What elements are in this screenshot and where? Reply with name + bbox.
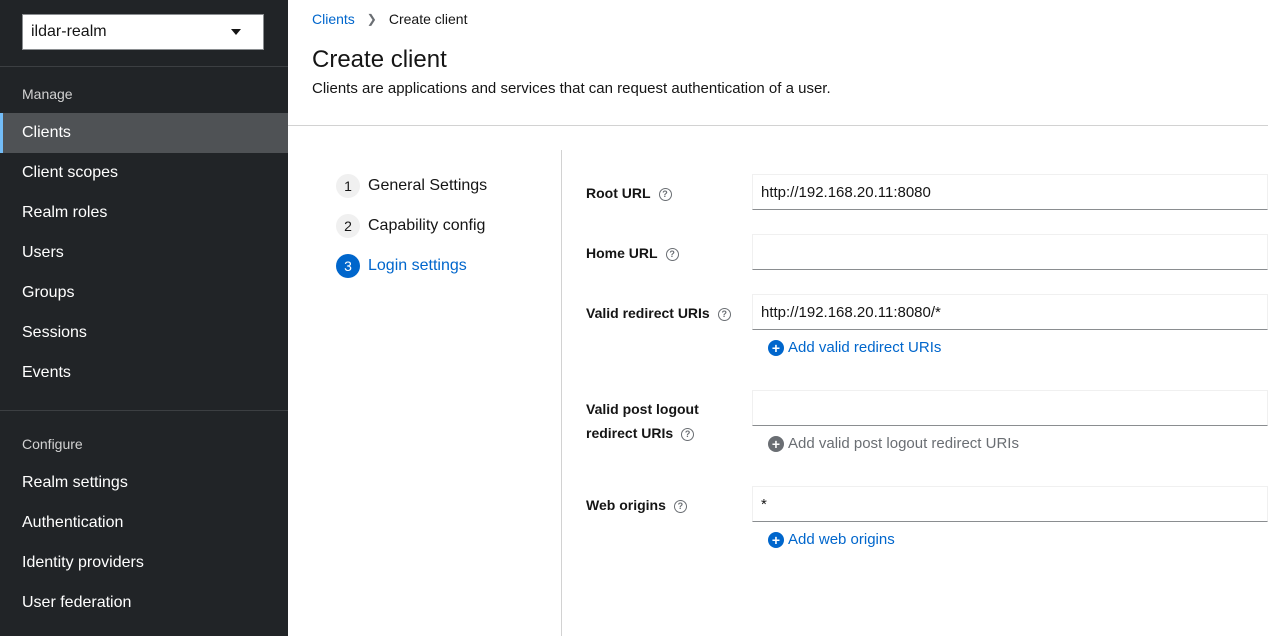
valid-post-logout-label-line1: Valid post logout [586,401,699,417]
step-label: Login settings [368,257,467,274]
realm-selector[interactable]: ildar-realm [22,14,264,50]
web-origins-input[interactable] [752,486,1268,522]
sidebar-item-user-federation[interactable]: User federation [0,583,288,623]
step-number: 1 [336,174,360,198]
wizard-step-general-settings[interactable]: 1 General Settings [336,174,487,198]
add-valid-post-logout-button[interactable]: + Add valid post logout redirect URIs [768,435,1019,452]
realm-selector-value: ildar-realm [31,23,107,40]
home-url-input[interactable] [752,234,1268,270]
sidebar-item-users[interactable]: Users [0,233,288,273]
sidebar-item-identity-providers[interactable]: Identity providers [0,543,288,583]
valid-redirect-uris-label: Valid redirect URIs? [586,301,731,325]
add-valid-redirect-uris-label: Add valid redirect URIs [788,339,942,356]
plus-circle-icon: + [768,339,784,356]
add-valid-post-logout-label: Add valid post logout redirect URIs [788,435,1019,452]
sidebar-item-realm-roles[interactable]: Realm roles [0,193,288,233]
step-number: 3 [336,254,360,278]
caret-down-icon [231,29,241,35]
valid-redirect-uris-label-text: Valid redirect URIs [586,305,710,321]
step-label: Capability config [368,217,486,234]
root-url-label-text: Root URL [586,185,651,201]
question-circle-icon[interactable]: ? [673,499,687,513]
chevron-right-icon: ❯ [366,12,377,26]
nav-section-configure: Configure [22,436,83,452]
valid-post-logout-label: Valid post logout redirect URIs? [586,397,699,445]
header-divider [288,125,1268,126]
wizard-step-capability-config[interactable]: 2 Capability config [336,214,485,238]
sidebar-divider [0,410,288,411]
web-origins-label-text: Web origins [586,497,666,513]
root-url-input[interactable] [752,174,1268,210]
breadcrumb-current: Create client [388,11,468,27]
question-circle-icon[interactable]: ? [658,187,672,201]
home-url-label-text: Home URL [586,245,658,261]
question-circle-icon[interactable]: ? [717,307,731,321]
sidebar-item-sessions[interactable]: Sessions [0,313,288,353]
nav-section-manage: Manage [22,86,73,102]
sidebar-item-clients[interactable]: Clients [0,113,288,153]
sidebar-item-realm-settings[interactable]: Realm settings [0,463,288,503]
home-url-label: Home URL? [586,241,679,265]
sidebar-divider [0,66,288,67]
sidebar-item-authentication[interactable]: Authentication [0,503,288,543]
add-web-origins-label: Add web origins [788,531,895,548]
sidebar-item-events[interactable]: Events [0,353,288,393]
step-label: General Settings [368,177,488,194]
page-description: Clients are applications and services th… [312,80,831,97]
question-circle-icon[interactable]: ? [665,247,679,261]
wizard-nav-divider [561,150,562,636]
sidebar-item-groups[interactable]: Groups [0,273,288,313]
root-url-label: Root URL? [586,181,672,205]
valid-post-logout-input[interactable] [752,390,1268,426]
plus-circle-icon: + [768,435,784,452]
breadcrumb: Clients ❯ Create client [312,11,467,27]
question-circle-icon[interactable]: ? [681,427,695,441]
add-web-origins-button[interactable]: + Add web origins [768,531,895,548]
wizard-step-login-settings[interactable]: 3 Login settings [336,254,467,278]
valid-redirect-uris-input[interactable] [752,294,1268,330]
add-valid-redirect-uris-button[interactable]: + Add valid redirect URIs [768,339,941,356]
plus-circle-icon: + [768,531,784,548]
main-content: Clients ❯ Create client Create client Cl… [288,0,1268,636]
web-origins-label: Web origins? [586,493,687,517]
step-number: 2 [336,214,360,238]
valid-post-logout-label-line2: redirect URIs [586,425,674,441]
sidebar-item-client-scopes[interactable]: Client scopes [0,153,288,193]
breadcrumb-clients-link[interactable]: Clients [312,11,355,27]
sidebar: ildar-realm Manage Clients Client scopes… [0,0,288,636]
page-title: Create client [312,46,447,73]
